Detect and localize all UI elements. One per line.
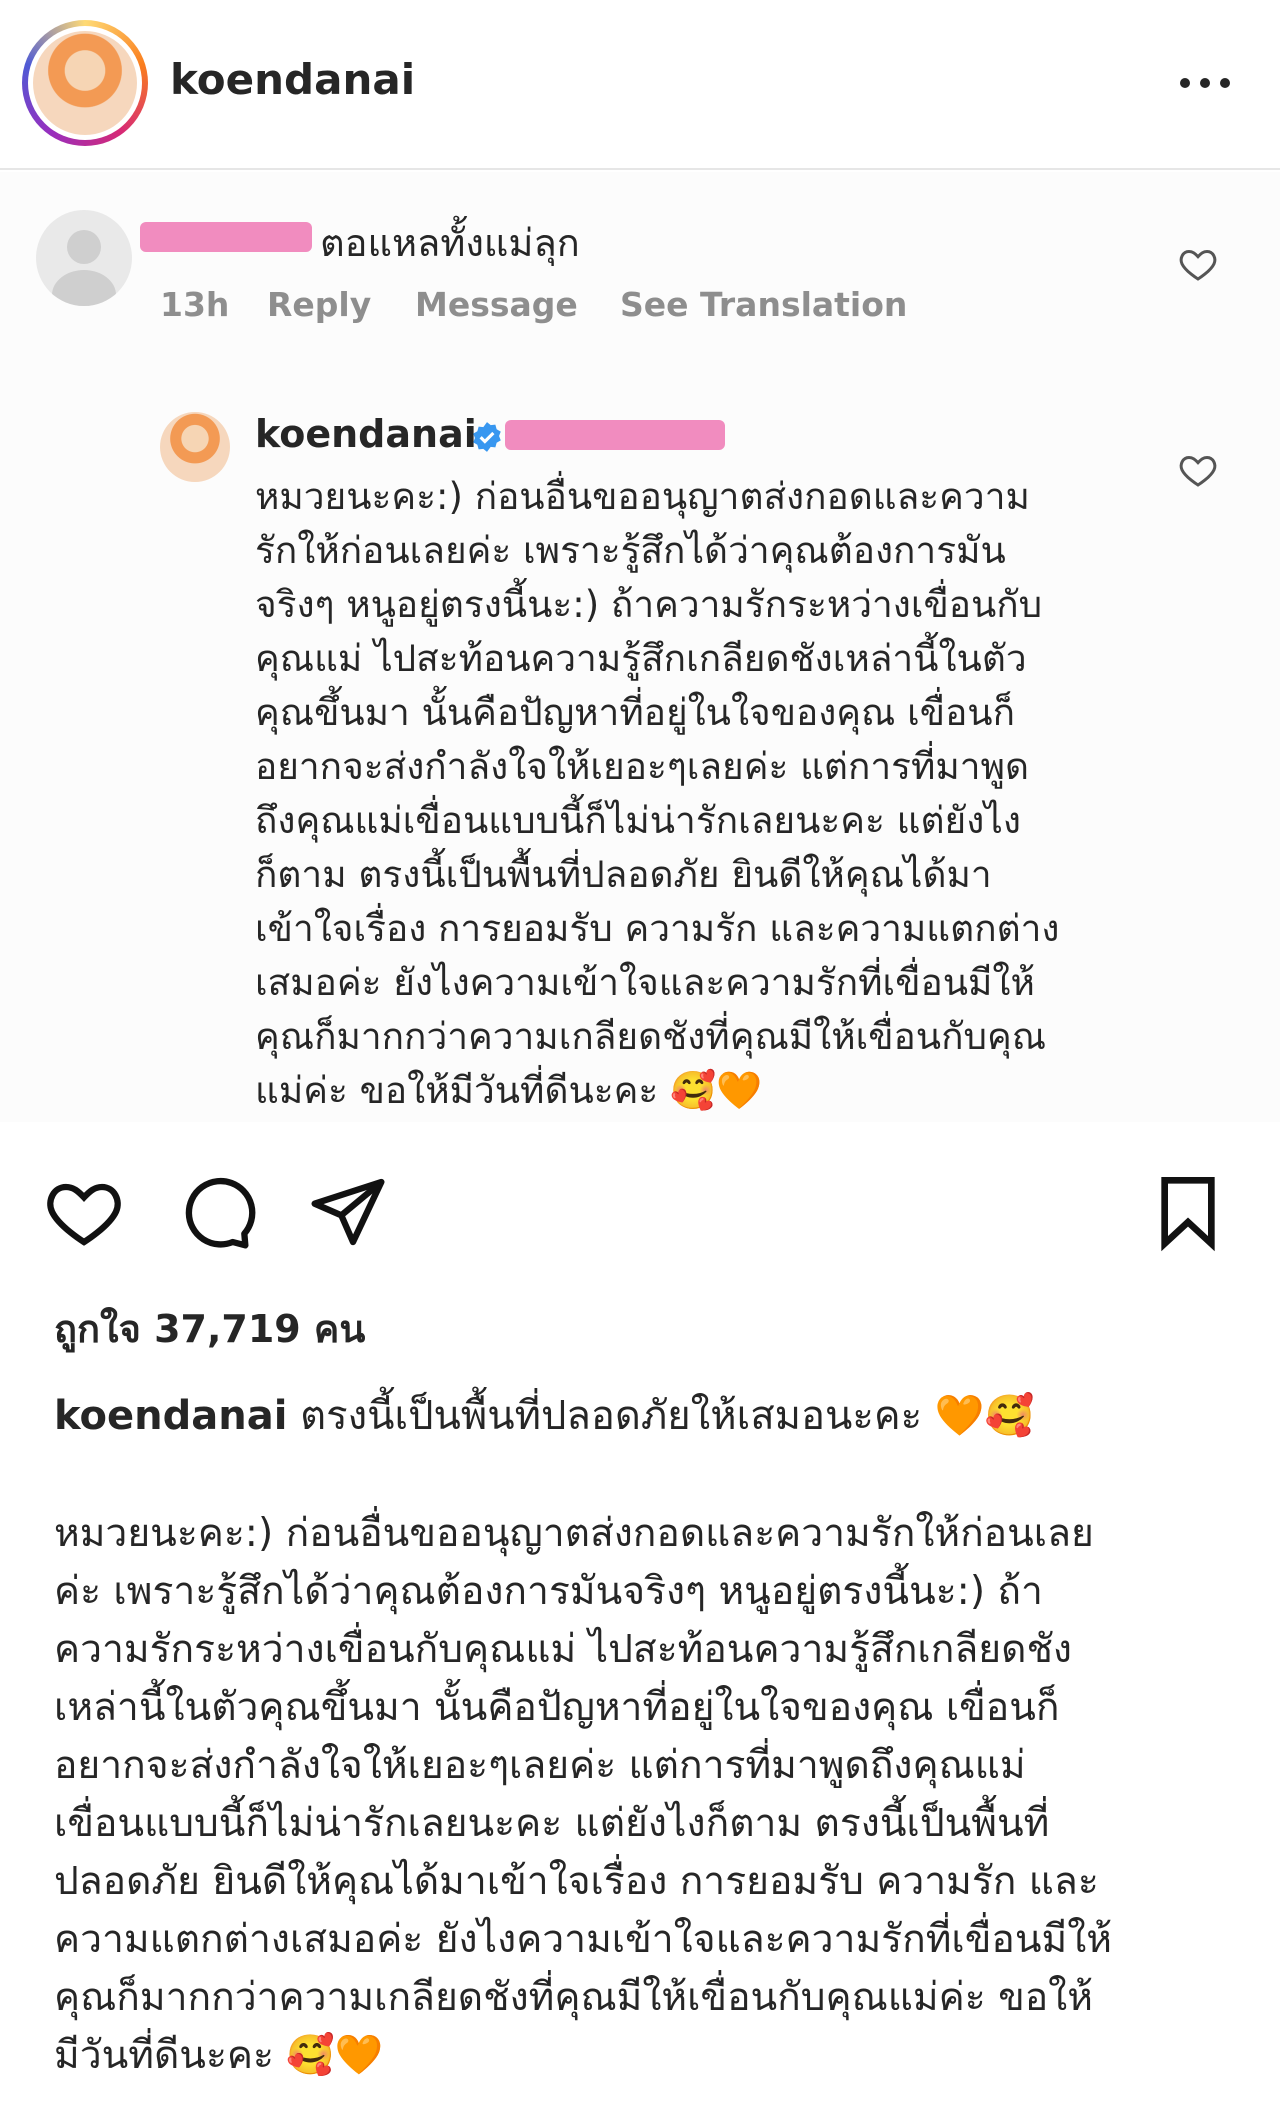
commenter-avatar[interactable] [36, 210, 132, 306]
reply-username[interactable]: koendanai [255, 412, 477, 456]
censored-mention [505, 420, 725, 450]
caption-body: หมวยนะคะ:) ก่อนอื่นขออนุญาตส่งกอดและความ… [54, 1511, 1112, 2078]
like-heart-icon[interactable] [44, 1172, 124, 1252]
avatar-image [33, 31, 137, 135]
reply-text: หมวยนะคะ:) ก่อนอื่นขออนุญาตส่งกอดและความ… [255, 475, 1060, 1112]
caption-first-line: koendanai ตรงนี้เป็นพื้นที่ปลอดภัยให้เสม… [54, 1383, 1034, 1447]
story-avatar[interactable] [22, 20, 148, 146]
comment-like-heart-icon[interactable] [1178, 244, 1218, 284]
verified-badge-icon [473, 422, 501, 452]
share-paper-plane-icon[interactable] [308, 1172, 388, 1252]
reply-avatar[interactable] [160, 412, 230, 482]
censored-username [140, 222, 312, 252]
like-count[interactable]: ถูกใจ 37,719 คน [54, 1298, 365, 1359]
comment-reply-button[interactable]: Reply [267, 285, 371, 324]
save-bookmark-icon[interactable] [1148, 1172, 1228, 1252]
post-header: koendanai [0, 0, 1280, 170]
comment-message-button[interactable]: Message [415, 285, 578, 324]
comment-text: ตอแหลทั้งแม่ลุก [320, 221, 580, 265]
caption-username[interactable]: koendanai [54, 1393, 287, 1439]
caption-head-text: ตรงนี้เป็นพื้นที่ปลอดภัยให้เสมอนะคะ 🧡🥰 [300, 1393, 1035, 1439]
comment-time: 13h [160, 285, 230, 324]
comment-bubble-icon[interactable] [176, 1172, 256, 1252]
more-options-icon[interactable] [1180, 68, 1230, 98]
comment-see-translation-button[interactable]: See Translation [620, 285, 907, 324]
header-username[interactable]: koendanai [170, 55, 415, 104]
reply-like-heart-icon[interactable] [1178, 450, 1218, 490]
